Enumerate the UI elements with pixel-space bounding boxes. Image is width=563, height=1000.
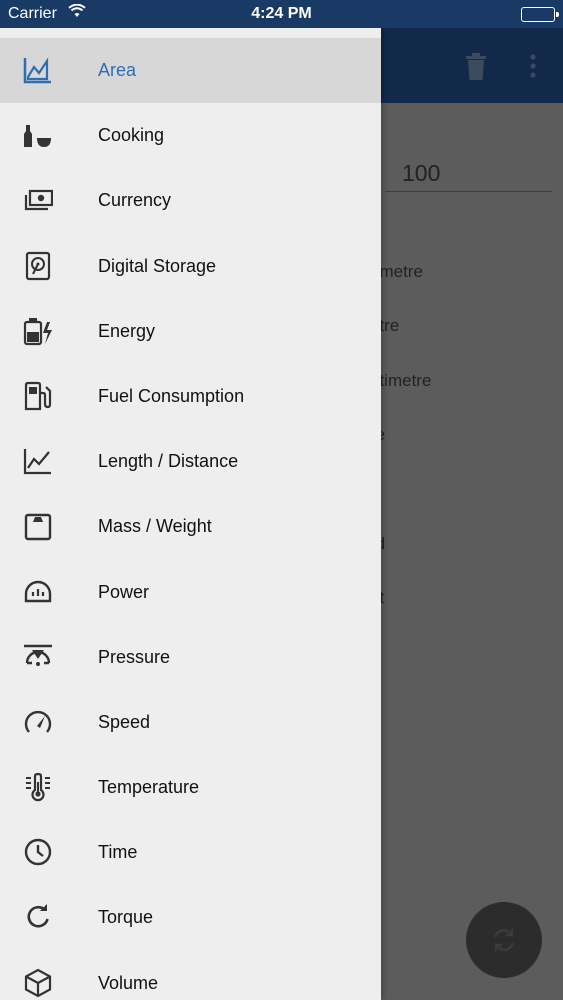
status-time: 4:24 PM [251, 5, 312, 22]
fuel-pump-icon [23, 381, 53, 411]
drawer-item-pressure[interactable]: Pressure [0, 625, 381, 690]
drawer-item-label: Time [98, 842, 138, 863]
navigation-drawer: Area Cooking Currency Digital Storage Energy… [0, 28, 381, 1000]
hard-drive-icon [23, 251, 53, 281]
drawer-item-speed[interactable]: Speed [0, 690, 381, 755]
value-input[interactable]: 100 [385, 156, 552, 192]
drawer-item-label: Area [98, 60, 137, 80]
unit-list-item[interactable]: rd [370, 529, 560, 559]
drawer-item-label: Power [98, 581, 150, 602]
unit-list-item[interactable]: h [370, 638, 560, 668]
drawer-item-label: Digital Storage [98, 255, 217, 276]
drawer-item-label: Volume [98, 972, 159, 993]
area-chart-icon [23, 55, 53, 85]
drawer-item-currency[interactable]: Currency [0, 168, 381, 233]
speedometer-icon [23, 707, 53, 737]
drawer-item-mass-weight[interactable]: Mass / Weight [0, 494, 381, 559]
drawer-item-label: Mass / Weight [98, 516, 212, 537]
drawer-item-label: Pressure [98, 646, 171, 667]
clock-icon [23, 837, 53, 867]
drawer-item-temperature[interactable]: Temperature [0, 755, 381, 820]
drawer-item-area[interactable]: Area [0, 38, 381, 104]
drawer-item-label: Fuel Consumption [98, 385, 245, 406]
battery-icon [521, 7, 559, 22]
battery-bolt-icon [23, 316, 53, 346]
more-options-icon[interactable] [522, 52, 544, 82]
drawer-item-label: Length / Distance [98, 451, 239, 472]
drawer-item-fuel-consumption[interactable]: Fuel Consumption [0, 364, 381, 429]
drawer-item-energy[interactable]: Energy [0, 299, 381, 364]
unit-list-item[interactable]: e [370, 475, 560, 505]
unit-list-item[interactable]: etre [370, 311, 560, 341]
drawer-item-volume[interactable]: Volume [0, 951, 381, 1000]
refresh-icon [493, 929, 515, 951]
status-bar: Carrier 4:24 PM [0, 0, 563, 28]
swap-button[interactable] [466, 902, 542, 978]
drawer-item-label: Energy [98, 320, 156, 341]
unit-list-item[interactable]: ometre [370, 257, 560, 287]
line-chart-icon [23, 446, 53, 476]
unit-list-item[interactable]: ntimetre [370, 366, 560, 396]
drawer-item-label: Torque [98, 907, 154, 928]
unit-list-item[interactable]: re [370, 420, 560, 450]
drawer-item-label: Currency [98, 190, 172, 211]
drawer-item-label: Temperature [98, 777, 200, 798]
drawer-item-digital-storage[interactable]: Digital Storage [0, 234, 381, 299]
unit-list-item[interactable]: ot [370, 583, 560, 613]
drawer-item-cooking[interactable]: Cooking [0, 103, 381, 168]
drawer-item-torque[interactable]: Torque [0, 885, 381, 950]
drawer-item-time[interactable]: Time [0, 820, 381, 885]
cube-icon [23, 968, 53, 998]
pressure-gauge-icon [23, 642, 53, 672]
drawer-item-length-distance[interactable]: Length / Distance [0, 429, 381, 494]
currency-icon [23, 185, 54, 215]
trash-icon[interactable] [462, 52, 490, 82]
drawer-item-power[interactable]: Power [0, 560, 381, 625]
cooking-icon [23, 120, 53, 150]
drawer-item-label: Cooking [98, 125, 165, 146]
scale-icon [23, 511, 53, 541]
drawer-item-label: Speed [98, 711, 151, 732]
rotate-icon [23, 902, 53, 932]
power-meter-icon [23, 577, 53, 607]
thermometer-icon [23, 772, 53, 802]
